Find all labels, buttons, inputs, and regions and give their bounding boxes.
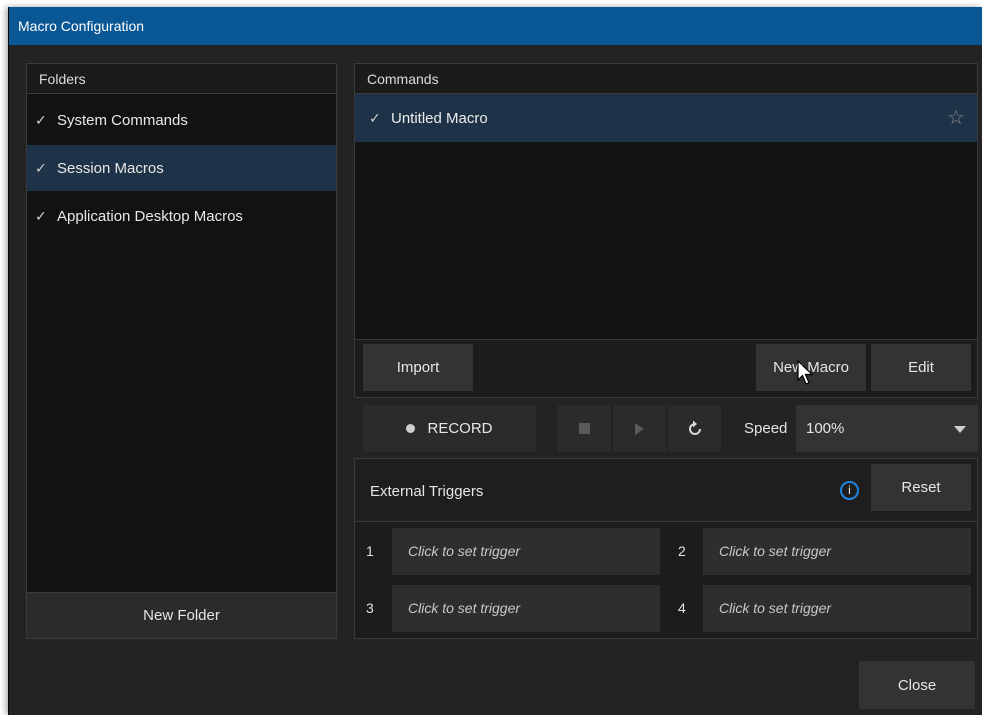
window-title: Macro Configuration bbox=[9, 7, 982, 45]
check-icon: ✓ bbox=[369, 110, 381, 126]
command-label: Untitled Macro bbox=[391, 110, 488, 127]
loop-button[interactable] bbox=[668, 405, 721, 452]
play-button[interactable] bbox=[613, 405, 666, 452]
external-triggers-panel: External Triggers i Reset 1 Click to set… bbox=[354, 458, 978, 639]
chevron-down-icon bbox=[954, 425, 966, 433]
stop-button[interactable] bbox=[558, 405, 611, 452]
commands-panel: Commands ✓ Untitled Macro ☆ Import New Ma… bbox=[354, 63, 978, 398]
new-folder-button[interactable]: New Folder bbox=[27, 592, 336, 638]
play-icon bbox=[635, 422, 644, 435]
trigger-number: 2 bbox=[678, 543, 686, 559]
stop-icon bbox=[579, 423, 590, 434]
record-button[interactable]: RECORD bbox=[363, 405, 536, 452]
speed-select[interactable]: 100% bbox=[796, 405, 978, 452]
check-icon: ✓ bbox=[35, 160, 47, 176]
trigger-number: 3 bbox=[366, 600, 374, 616]
external-triggers-title: External Triggers bbox=[370, 483, 484, 500]
star-outline-icon[interactable]: ☆ bbox=[947, 94, 965, 142]
check-icon: ✓ bbox=[35, 208, 47, 224]
check-icon: ✓ bbox=[35, 112, 47, 128]
folder-item-system-commands[interactable]: ✓ System Commands bbox=[27, 97, 336, 143]
trigger-3-button[interactable]: Click to set trigger bbox=[392, 585, 660, 632]
trigger-1-button[interactable]: Click to set trigger bbox=[392, 528, 660, 575]
reset-button[interactable]: Reset bbox=[871, 464, 971, 511]
edit-button[interactable]: Edit bbox=[871, 344, 971, 391]
mouse-cursor-icon bbox=[797, 360, 814, 385]
close-button[interactable]: Close bbox=[859, 661, 975, 709]
folder-label: System Commands bbox=[57, 112, 188, 129]
folders-header: Folders bbox=[27, 64, 336, 94]
info-icon[interactable]: i bbox=[840, 481, 859, 500]
record-dot-icon bbox=[406, 424, 416, 433]
macro-configuration-dialog: Macro Configuration Folders ✓ System Comm… bbox=[8, 7, 982, 715]
folder-item-session-macros[interactable]: ✓ Session Macros bbox=[27, 145, 336, 191]
folder-label: Session Macros bbox=[57, 160, 164, 177]
commands-header: Commands bbox=[355, 64, 977, 94]
folder-label: Application Desktop Macros bbox=[57, 208, 243, 225]
trigger-2-button[interactable]: Click to set trigger bbox=[703, 528, 971, 575]
folder-item-application-desktop-macros[interactable]: ✓ Application Desktop Macros bbox=[27, 193, 336, 239]
trigger-number: 4 bbox=[678, 600, 686, 616]
import-button[interactable]: Import bbox=[363, 344, 473, 391]
speed-value: 100% bbox=[806, 420, 845, 437]
trigger-4-button[interactable]: Click to set trigger bbox=[703, 585, 971, 632]
speed-label: Speed bbox=[744, 420, 788, 437]
loop-icon bbox=[688, 420, 701, 435]
command-item-untitled-macro[interactable]: ✓ Untitled Macro ☆ bbox=[355, 94, 977, 142]
folders-panel: Folders ✓ System Commands ✓ Session Macros… bbox=[26, 63, 337, 639]
record-label: RECORD bbox=[427, 420, 493, 437]
trigger-number: 1 bbox=[366, 543, 374, 559]
